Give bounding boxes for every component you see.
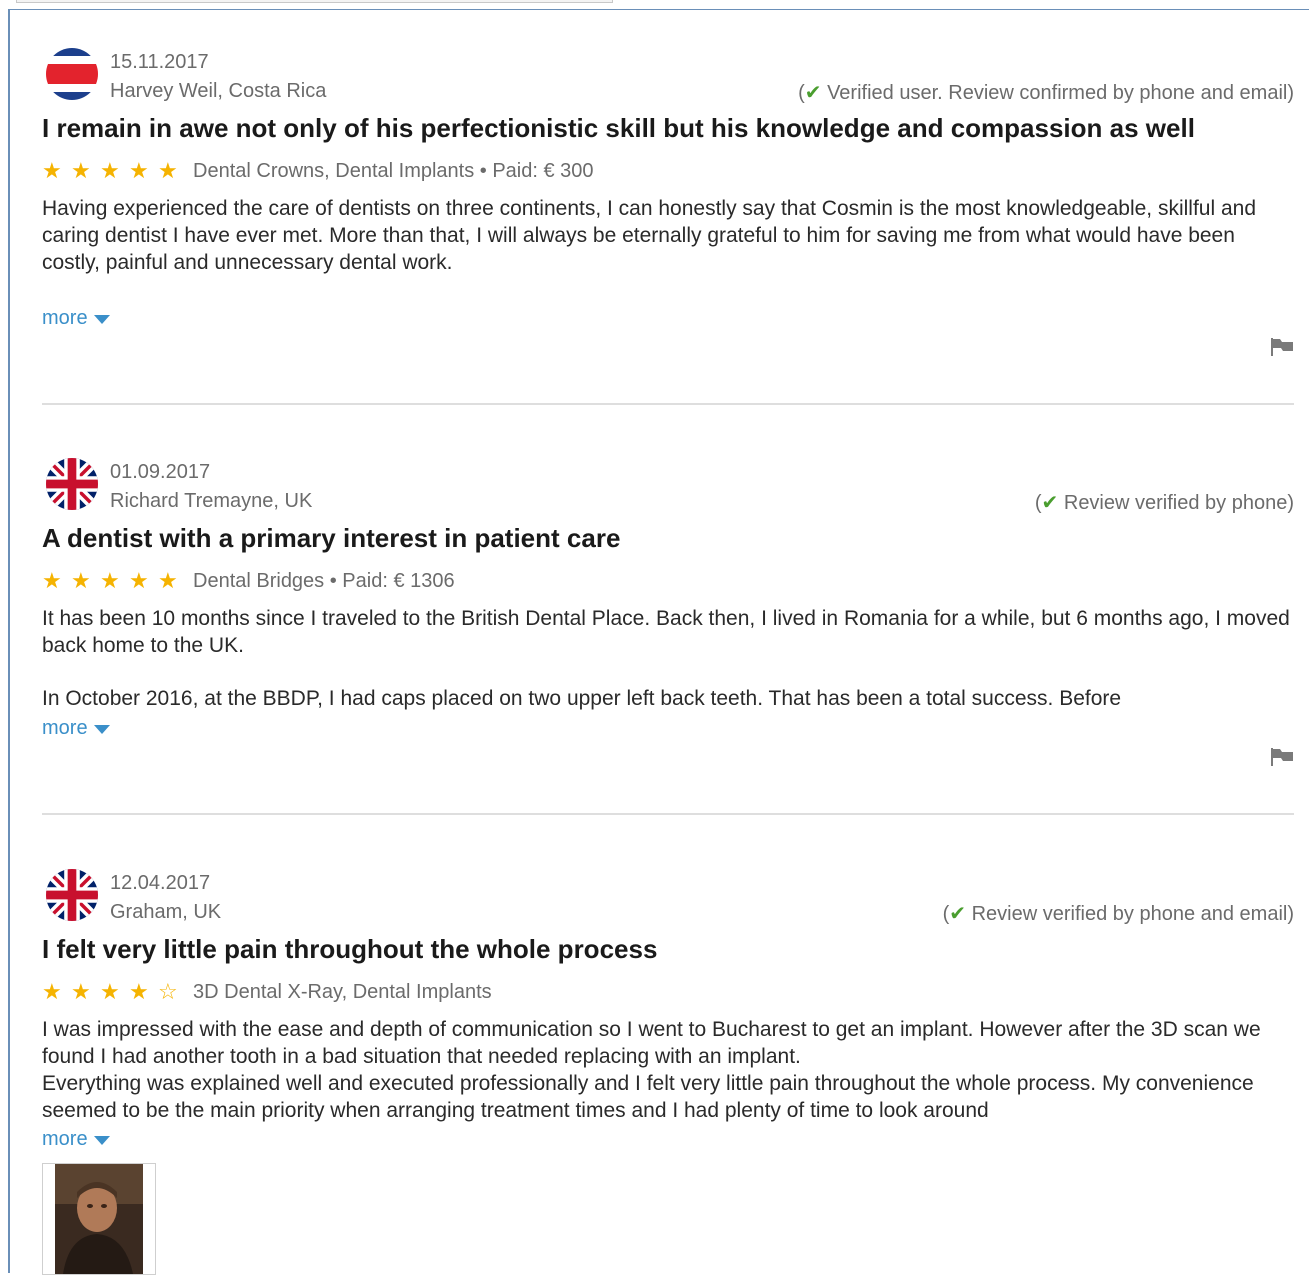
more-label: more [42,307,88,329]
caret-down-icon [93,315,110,324]
verified-status: (✔ Review verified by phone) [1035,490,1294,515]
star-icon: ★ [129,568,149,593]
reviews-list: 15.11.2017 Harvey Weil, Costa Rica (✔ Ve… [0,0,1309,1275]
review-title: A dentist with a primary interest in pat… [42,523,621,553]
report-flag-icon[interactable] [1270,748,1294,766]
verified-text: Review verified by phone) [1058,492,1294,514]
star-icon: ★ [71,158,91,183]
more-label: more [42,1128,88,1150]
review-paragraph: It has been 10 months since I traveled t… [42,607,1290,657]
verified-status: (✔ Verified user. Review confirmed by ph… [798,80,1294,105]
more-label: more [42,717,88,739]
more-link[interactable]: more [42,307,110,330]
verified-text: Verified user. Review confirmed by phone… [821,82,1294,104]
review-date: 12.04.2017 [110,872,211,894]
check-icon: ✔ [1041,492,1059,514]
uk-flag-icon [46,869,98,921]
costa-rica-flag-icon [46,48,98,100]
verified-text: Review verified by phone and email) [966,903,1294,925]
review-body: I was impressed with the ease and depth … [42,1016,1294,1124]
star-icon: ★ [71,979,91,1004]
star-rating: ★ ★ ★ ★ ☆ [42,979,187,1005]
review-author: Richard Tremayne, UK [110,490,313,512]
review-title: I felt very little pain throughout the w… [42,934,658,964]
star-icon: ★ [158,158,178,183]
review-meta: ★ ★ ★ ★ ☆ 3D Dental X-Ray, Dental Implan… [42,979,492,1005]
report-flag-icon[interactable] [1270,338,1294,356]
review-body: It has been 10 months since I traveled t… [42,605,1294,712]
review-title: I remain in awe not only of his perfecti… [42,113,1195,143]
star-icon: ★ [158,568,178,593]
verified-open-paren: ( [1034,492,1042,514]
star-icon: ★ [100,568,120,593]
review-body: Having experienced the care of dentists … [42,195,1294,276]
review-author: Harvey Weil, Costa Rica [110,80,327,102]
review-photo-thumbnail[interactable] [42,1163,156,1275]
uk-flag-icon [46,458,98,510]
verified-open-paren: ( [798,82,805,104]
caret-down-icon [93,1136,110,1145]
review-date: 01.09.2017 [110,461,211,483]
review-meta: ★ ★ ★ ★ ★ Dental Bridges • Paid: € 1306 [42,568,455,594]
star-icon: ★ [42,158,62,183]
review-date: 15.11.2017 [110,51,209,73]
review-paragraph: Everything was explained well and execut… [42,1072,1254,1122]
star-icon: ★ [129,979,149,1004]
empty-star-icon: ☆ [158,979,178,1004]
star-rating: ★ ★ ★ ★ ★ [42,568,187,594]
star-icon: ★ [42,568,62,593]
review-meta: ★ ★ ★ ★ ★ Dental Crowns, Dental Implants… [42,158,594,184]
review-paragraph: Having experienced the care of dentists … [42,197,1257,274]
star-icon: ★ [71,568,91,593]
caret-down-icon [93,725,110,734]
star-rating: ★ ★ ★ ★ ★ [42,158,187,184]
more-link[interactable]: more [42,717,110,740]
star-icon: ★ [100,979,120,1004]
check-icon: ✔ [949,903,967,925]
treatment-and-price: Dental Crowns, Dental Implants • Paid: €… [193,159,594,182]
review-author: Graham, UK [110,901,222,923]
treatment-and-price: 3D Dental X-Ray, Dental Implants [193,980,492,1003]
star-icon: ★ [100,158,120,183]
check-icon: ✔ [804,82,822,104]
review-divider [42,813,1294,815]
star-icon: ★ [42,979,62,1004]
review-divider [42,403,1294,405]
star-icon: ★ [129,158,149,183]
review-paragraph: In October 2016, at the BBDP, I had caps… [42,687,1122,710]
verified-status: (✔ Review verified by phone and email) [943,901,1294,926]
treatment-and-price: Dental Bridges • Paid: € 1306 [193,569,455,592]
review-paragraph: I was impressed with the ease and depth … [42,1018,1261,1068]
more-link[interactable]: more [42,1128,110,1151]
